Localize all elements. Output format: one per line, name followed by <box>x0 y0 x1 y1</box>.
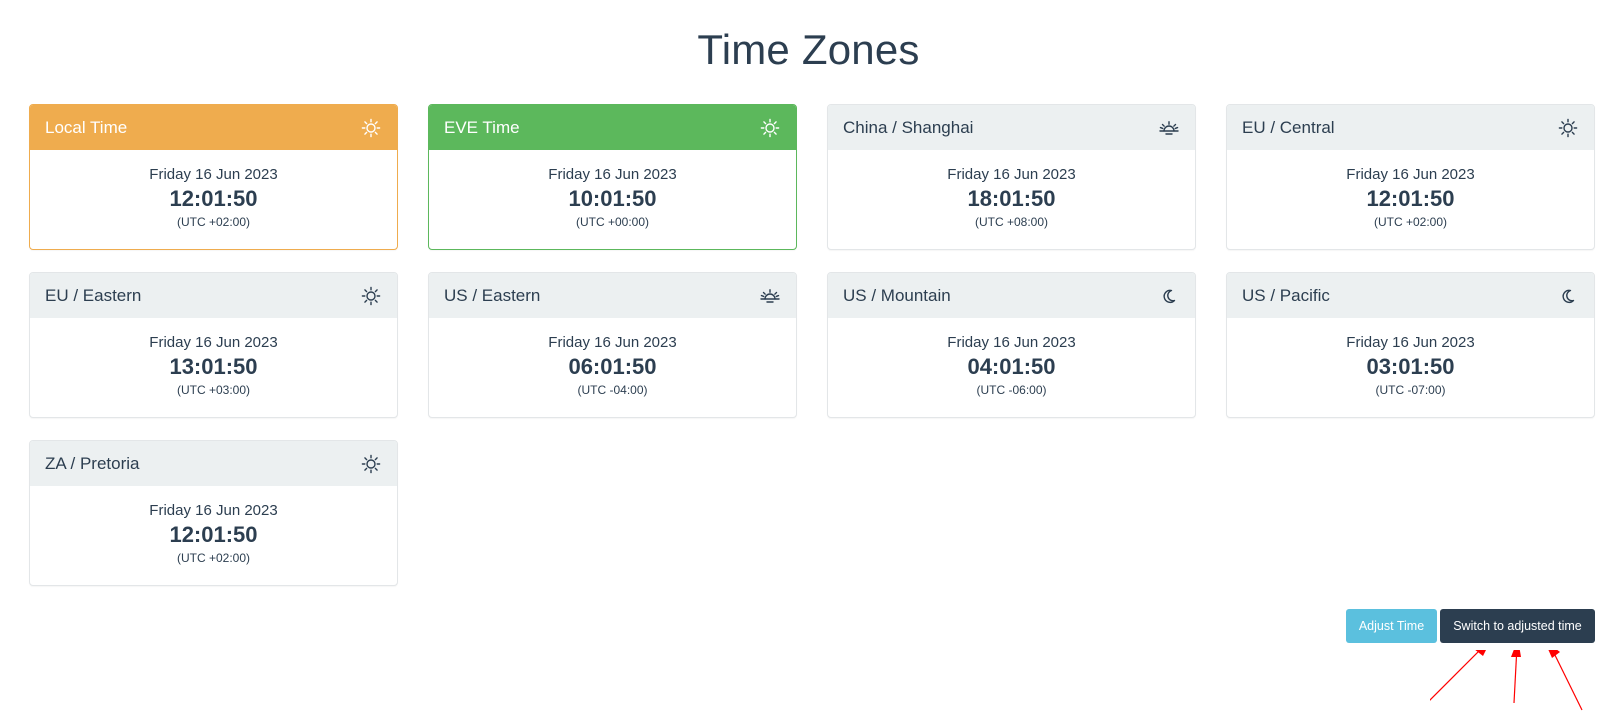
card-offset: (UTC -06:00) <box>976 383 1047 397</box>
card-header: US / Pacific <box>1227 273 1594 318</box>
time-zone-card: Local Time Friday 16 Jun 2023 12:01:50 (… <box>29 104 398 250</box>
card-body: Friday 16 Jun 2023 12:01:50 (UTC +02:00) <box>30 150 397 230</box>
card-offset: (UTC +02:00) <box>176 215 251 229</box>
time-zone-card: EU / Eastern Friday 16 Jun 2023 13:01:50… <box>29 272 398 418</box>
card-time: 10:01:50 <box>568 186 657 211</box>
card-offset: (UTC -04:00) <box>577 383 648 397</box>
card-time: 06:01:50 <box>568 354 657 379</box>
card-date: Friday 16 Jun 2023 <box>548 166 677 183</box>
card-offset: (UTC +08:00) <box>974 215 1049 229</box>
card-body: Friday 16 Jun 2023 10:01:50 (UTC +00:00) <box>429 150 796 230</box>
card-body: Friday 16 Jun 2023 12:01:50 (UTC +02:00) <box>1227 150 1594 230</box>
card-title: China / Shanghai <box>843 117 974 137</box>
card-title: EVE Time <box>444 117 520 137</box>
card-offset: (UTC +02:00) <box>176 551 251 565</box>
card-date: Friday 16 Jun 2023 <box>1346 334 1475 351</box>
card-body: Friday 16 Jun 2023 04:01:50 (UTC -06:00) <box>828 318 1195 398</box>
adjust-time-button[interactable]: Adjust Time <box>1346 609 1437 643</box>
time-zone-card: US / Mountain Friday 16 Jun 2023 04:01:5… <box>827 272 1196 418</box>
card-body: Friday 16 Jun 2023 06:01:50 (UTC -04:00) <box>429 318 796 398</box>
card-time: 04:01:50 <box>967 354 1056 379</box>
annotation-arrow <box>1551 650 1583 711</box>
time-zone-card: US / Pacific Friday 16 Jun 2023 03:01:50… <box>1226 272 1595 418</box>
card-time: 03:01:50 <box>1366 354 1455 379</box>
card-offset: (UTC -07:00) <box>1375 383 1446 397</box>
card-header: US / Mountain <box>828 273 1195 318</box>
switch-to-adjusted-time-button[interactable]: Switch to adjusted time <box>1440 609 1595 643</box>
sun-icon <box>360 453 382 475</box>
card-date: Friday 16 Jun 2023 <box>149 166 278 183</box>
time-zone-card: EU / Central Friday 16 Jun 2023 12:01:50… <box>1226 104 1595 250</box>
card-offset: (UTC +00:00) <box>575 215 650 229</box>
card-title: Local Time <box>45 117 128 137</box>
time-zone-card: EVE Time Friday 16 Jun 2023 10:01:50 (UT… <box>428 104 797 250</box>
card-header: EVE Time <box>429 105 796 150</box>
card-date: Friday 16 Jun 2023 <box>149 502 278 519</box>
card-date: Friday 16 Jun 2023 <box>149 334 278 351</box>
time-zone-card: China / Shanghai Friday 16 Jun 2023 18:0… <box>827 104 1196 250</box>
card-date: Friday 16 Jun 2023 <box>1346 166 1475 183</box>
sunrise-icon <box>759 285 781 307</box>
time-zones-page: Time Zones Local Time Friday 16 Jun 2023… <box>0 0 1617 724</box>
moon-icon <box>1158 285 1180 307</box>
card-header: US / Eastern <box>429 273 796 318</box>
sun-icon <box>759 117 781 139</box>
annotation-arrow <box>1430 650 1481 701</box>
time-zone-card: ZA / Pretoria Friday 16 Jun 2023 12:01:5… <box>29 440 398 586</box>
card-date: Friday 16 Jun 2023 <box>947 334 1076 351</box>
card-title: EU / Eastern <box>45 285 142 305</box>
card-time: 18:01:50 <box>967 186 1056 211</box>
card-header: EU / Eastern <box>30 273 397 318</box>
card-title: US / Mountain <box>843 285 951 305</box>
card-offset: (UTC +03:00) <box>176 383 251 397</box>
action-button-group: Adjust Time Switch to adjusted time <box>1346 609 1595 643</box>
time-zone-card: US / Eastern Friday 16 Jun 2023 06:01:50… <box>428 272 797 418</box>
card-date: Friday 16 Jun 2023 <box>548 334 677 351</box>
card-time: 13:01:50 <box>169 354 258 379</box>
card-header: ZA / Pretoria <box>30 441 397 486</box>
card-body: Friday 16 Jun 2023 18:01:50 (UTC +08:00) <box>828 150 1195 230</box>
card-title: US / Pacific <box>1242 285 1330 305</box>
card-header: EU / Central <box>1227 105 1594 150</box>
time-zone-grid: Local Time Friday 16 Jun 2023 12:01:50 (… <box>29 104 1595 586</box>
card-time: 12:01:50 <box>169 522 258 547</box>
card-header: China / Shanghai <box>828 105 1195 150</box>
card-body: Friday 16 Jun 2023 03:01:50 (UTC -07:00) <box>1227 318 1594 398</box>
card-date: Friday 16 Jun 2023 <box>947 166 1076 183</box>
sunset-icon <box>1158 117 1180 139</box>
sun-icon <box>1557 117 1579 139</box>
card-time: 12:01:50 <box>1366 186 1455 211</box>
card-title: US / Eastern <box>444 285 541 305</box>
card-title: EU / Central <box>1242 117 1335 137</box>
sun-icon <box>360 117 382 139</box>
card-body: Friday 16 Jun 2023 13:01:50 (UTC +03:00) <box>30 318 397 398</box>
annotation-arrow <box>1513 650 1518 704</box>
card-offset: (UTC +02:00) <box>1373 215 1448 229</box>
page-title: Time Zones <box>697 26 920 73</box>
sun-icon <box>360 285 382 307</box>
card-time: 12:01:50 <box>169 186 258 211</box>
card-title: ZA / Pretoria <box>45 453 140 473</box>
card-body: Friday 16 Jun 2023 12:01:50 (UTC +02:00) <box>30 486 397 566</box>
annotation-arrows <box>1430 650 1583 711</box>
moon-icon <box>1557 285 1579 307</box>
card-header: Local Time <box>30 105 397 150</box>
